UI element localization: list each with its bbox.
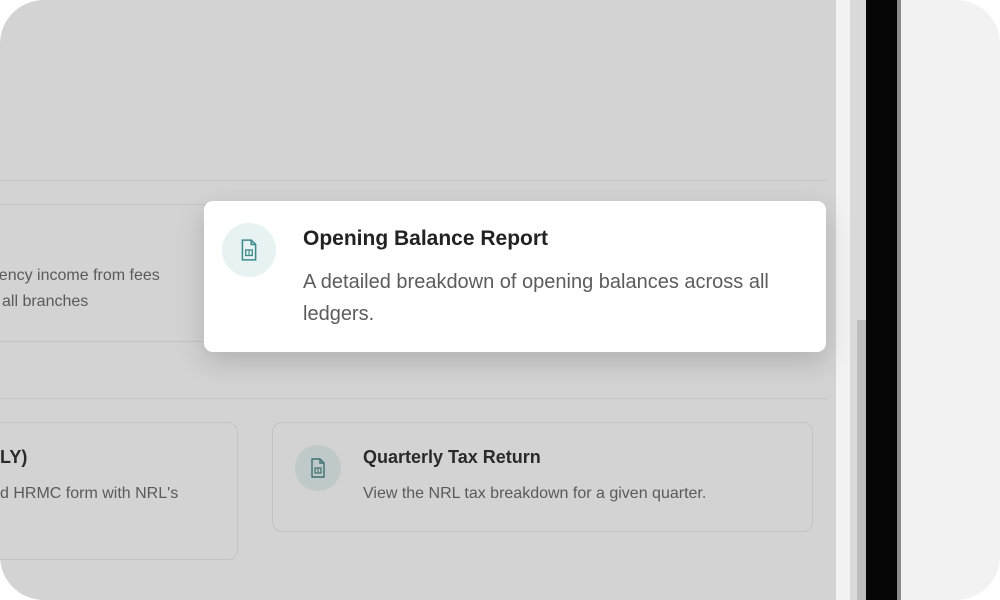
- document-report-icon: [295, 445, 341, 491]
- report-card-title: Quarterly Tax Return: [363, 447, 541, 467]
- scrollbar-thumb[interactable]: [857, 320, 866, 600]
- header-region: [0, 0, 828, 181]
- report-popover-opening-balance[interactable]: Opening Balance Report A detailed breakd…: [204, 201, 826, 352]
- report-card-hrmc-form[interactable]: LY) d HRMC form with NRL's: [0, 422, 238, 560]
- report-card-desc-line-1: agency income from fees: [0, 267, 160, 284]
- device-bezel-edge: [897, 0, 901, 600]
- report-card-quarterly-tax-return[interactable]: Quarterly Tax Return View the NRL tax br…: [272, 422, 813, 532]
- app-frame: agency income from fees all branches LY)…: [0, 0, 1000, 600]
- report-card-desc-line-2: all branches: [2, 293, 89, 310]
- device-bezel: [866, 0, 900, 600]
- section-divider: [0, 398, 828, 399]
- popover-title: Opening Balance Report: [303, 227, 549, 250]
- document-report-icon: [222, 223, 276, 277]
- popover-description: A detailed breakdown of opening balances…: [303, 271, 769, 325]
- report-card-desc: d HRMC form with NRL's: [0, 485, 179, 502]
- report-card-title: LY): [0, 447, 28, 467]
- report-card-desc: View the NRL tax breakdown for a given q…: [363, 485, 707, 502]
